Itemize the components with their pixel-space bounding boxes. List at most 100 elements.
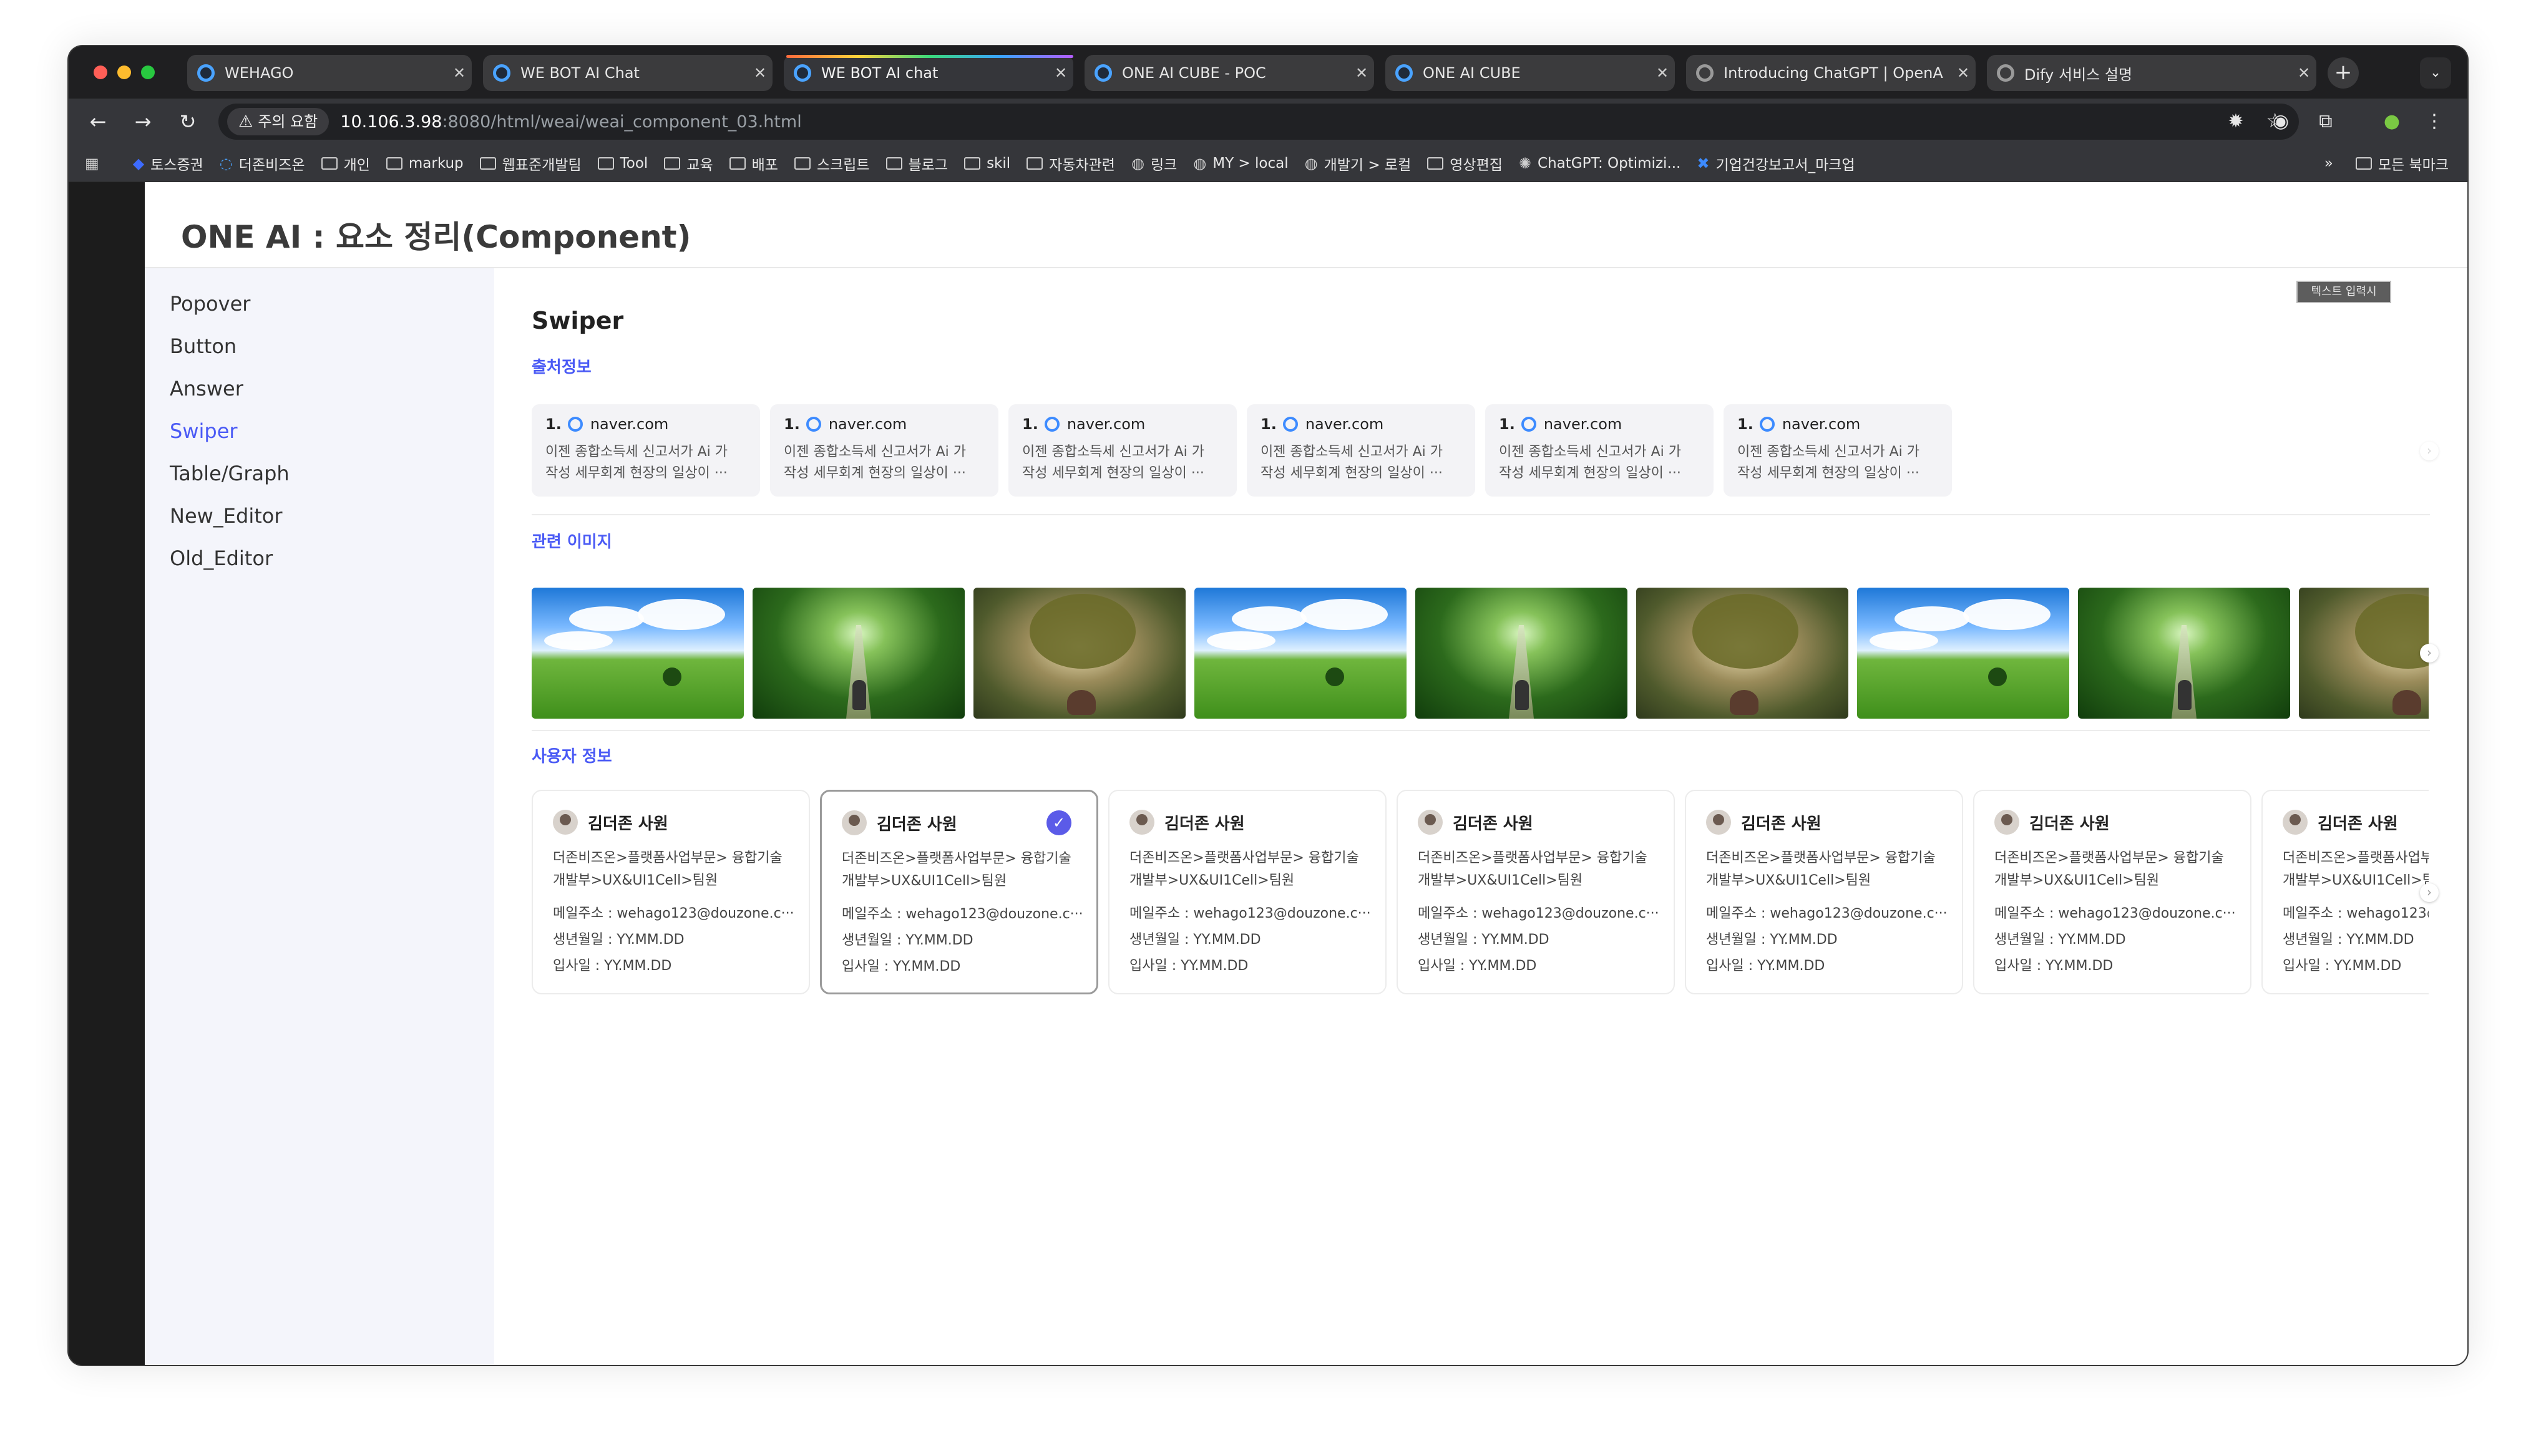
bookmark-folder[interactable]: Tool	[597, 155, 648, 172]
sidebar-item-new-editor[interactable]: New_Editor	[170, 504, 283, 528]
security-warning-chip[interactable]: ⚠ 주의 요함	[227, 108, 329, 135]
back-arrow-icon[interactable]: ←	[80, 104, 116, 140]
source-number: 1.	[1499, 415, 1515, 433]
related-image-forest[interactable]	[753, 588, 965, 719]
source-card[interactable]: 1. naver.com 이젠 종합소득세 신고서가 Ai 가 작성 세무회계 현장…	[770, 404, 998, 497]
bookmark-item[interactable]: ◍ MY > local	[1193, 155, 1288, 172]
source-card[interactable]: 1. naver.com 이젠 종합소득세 신고서가 Ai 가 작성 세무회계 현장…	[1247, 404, 1475, 497]
sidebar-item-popover[interactable]: Popover	[170, 292, 250, 316]
related-image-autumn[interactable]	[973, 588, 1186, 719]
tab-one-ai-cube[interactable]: ONE AI CUBE ✕	[1385, 55, 1675, 91]
sidebar-item-old-editor[interactable]: Old_Editor	[170, 546, 273, 570]
forward-arrow-icon[interactable]: →	[125, 104, 161, 140]
all-bookmarks-folder[interactable]: 모든 북마크	[2355, 153, 2449, 174]
tab-we-bot-ai-chat[interactable]: WE BOT AI Chat ✕	[483, 55, 773, 91]
text-input-button[interactable]: 텍스트 입력시	[2296, 281, 2391, 303]
tab-search-button[interactable]: ⌄	[2420, 57, 2451, 89]
user-card[interactable]: 김더존 사원 더존비즈온>플랫폼사업부문> 융합기술개발부>UX&UI1Cell…	[1108, 790, 1387, 994]
bookmark-folder[interactable]: 영상편집	[1427, 153, 1503, 174]
source-card[interactable]: 1. naver.com 이젠 종합소득세 신고서가 Ai 가 작성 세무회계 현장…	[1724, 404, 1952, 497]
url-text[interactable]: 10.106.3.98:8080/html/weai/weai_componen…	[340, 112, 801, 132]
related-image-forest[interactable]	[2078, 588, 2290, 719]
bookmark-folder[interactable]: markup	[386, 155, 464, 172]
bookmark-folder[interactable]: 배포	[729, 153, 778, 174]
more-bookmarks-chevron-icon[interactable]: »	[2324, 155, 2333, 172]
site-favicon-icon	[794, 64, 811, 82]
tab-introducing-chatgpt[interactable]: Introducing ChatGPT | OpenA ✕	[1686, 55, 1976, 91]
related-image-forest[interactable]	[1415, 588, 1627, 719]
user-info-label: 사용자 정보	[532, 747, 612, 766]
bookmark-folder[interactable]: skil	[964, 155, 1010, 172]
close-icon[interactable]: ✕	[1048, 64, 1073, 82]
source-card[interactable]: 1. naver.com 이젠 종합소득세 신고서가 Ai 가 작성 세무회계 현장…	[1485, 404, 1714, 497]
source-card[interactable]: 1. naver.com 이젠 종합소득세 신고서가 Ai 가 작성 세무회계 현장…	[1008, 404, 1237, 497]
address-bar[interactable]: ⚠ 주의 요함 10.106.3.98:8080/html/weai/weai_…	[218, 104, 2299, 140]
bookmark-label: 배포	[751, 157, 778, 173]
minimize-window-button[interactable]	[117, 66, 131, 79]
related-image-sky[interactable]	[1857, 588, 2069, 719]
bookmark-folder[interactable]: 개인	[321, 153, 370, 174]
apps-grid-icon[interactable]: ▦	[85, 155, 105, 172]
user-email: 메일주소 : wehago123@douzone.c···	[553, 906, 794, 921]
sidebar-item-answer[interactable]: Answer	[170, 377, 243, 400]
bookmark-folder[interactable]: 블로그	[885, 153, 948, 174]
extensions-puzzle-icon[interactable]: ⧉	[2311, 107, 2340, 136]
bookmark-item[interactable]: ✺ ChatGPT: Optimizi...	[1519, 155, 1680, 172]
image-swiper[interactable]	[532, 588, 2429, 719]
close-icon[interactable]: ✕	[1650, 64, 1675, 82]
folder-icon	[597, 157, 614, 170]
sidebar-item-button[interactable]: Button	[170, 334, 237, 358]
user-card[interactable]: 김더존 사원 더존비즈온>플랫폼사업부문> 융합기술개발부>UX&UI1Cell…	[1397, 790, 1675, 994]
avatar	[553, 810, 578, 835]
bookmark-item[interactable]: ◍ 개발기 > 로컬	[1305, 153, 1412, 174]
close-icon[interactable]: ✕	[1349, 64, 1374, 82]
source-card[interactable]: 1. naver.com 이젠 종합소득세 신고서가 Ai 가 작성 세무회계 현장…	[532, 404, 760, 497]
source-next-arrow-icon[interactable]: ›	[2420, 442, 2439, 460]
image-next-arrow-icon[interactable]: ›	[2420, 644, 2439, 662]
folder-icon	[964, 157, 981, 170]
user-card[interactable]: 김더존 사원 더존비즈온>플랫폼사업부문> 융합기술개발부>UX&UI1Cell…	[1685, 790, 1963, 994]
user-card[interactable]: 김더존 사원 더존비즈온>플랫폼사업부문> 융합기술개발부>UX&UI1Cell…	[532, 790, 810, 994]
browser-menu-icon[interactable]: ⋮	[2420, 107, 2449, 136]
extension-avatar-icon[interactable]: ◉	[2266, 107, 2295, 136]
related-image-autumn[interactable]	[2299, 588, 2429, 719]
openai-icon: ✺	[1518, 154, 1532, 172]
tab-dify[interactable]: Dify 서비스 설명 ✕	[1987, 55, 2316, 91]
reload-icon[interactable]: ↻	[170, 104, 206, 140]
close-icon[interactable]: ✕	[447, 64, 472, 82]
bookmark-folder[interactable]: 교육	[664, 153, 713, 174]
user-card[interactable]: 김더존 사원 더존비즈온>플랫폼사업부문> 융합기술개발부>UX&UI1Cell…	[1973, 790, 2251, 994]
maximize-window-button[interactable]	[141, 66, 155, 79]
close-icon[interactable]: ✕	[748, 64, 773, 82]
bookmark-folder[interactable]: 스크립트	[794, 153, 870, 174]
close-window-button[interactable]	[94, 66, 107, 79]
source-swiper[interactable]: 1. naver.com 이젠 종합소득세 신고서가 Ai 가 작성 세무회계 현장…	[532, 404, 1962, 497]
user-card[interactable]: 김더존 사원 더존비즈온>플랫폼사업부문> 융합기술개발부>UX&UI1Cell…	[2261, 790, 2429, 994]
tab-title: Introducing ChatGPT | OpenA	[1724, 64, 1943, 82]
bookmark-item[interactable]: ◍ 링크	[1131, 153, 1177, 174]
tab-one-ai-cube-poc[interactable]: ONE AI CUBE - POC ✕	[1085, 55, 1374, 91]
bookmark-folder[interactable]: 웹표준개발팀	[479, 153, 582, 174]
user-next-arrow-icon[interactable]: ›	[2420, 883, 2439, 902]
related-image-sky[interactable]	[1194, 588, 1407, 719]
user-card-selected[interactable]: 김더존 사원 ✓ 더존비즈온>플랫폼사업부문> 융합기술 개발부>UX&UI1Ce…	[820, 790, 1098, 994]
user-swiper[interactable]: 김더존 사원 더존비즈온>플랫폼사업부문> 융합기술 개발부>UX&UI1Cell…	[532, 787, 2429, 999]
site-favicon-icon	[1521, 417, 1536, 432]
extension-gear-icon[interactable]: ✹	[2221, 107, 2250, 136]
sidebar-item-table-graph[interactable]: Table/Graph	[170, 462, 290, 485]
profile-avatar-icon[interactable]: ●	[2378, 107, 2406, 136]
tab-group-indicator	[786, 55, 1073, 58]
new-tab-button[interactable]: +	[2328, 57, 2359, 89]
sidebar-item-swiper[interactable]: Swiper	[170, 419, 238, 443]
user-dept-line1: 더존비즈온>플랫폼사업부문> 융합기술	[1418, 850, 1647, 866]
related-image-autumn[interactable]	[1636, 588, 1848, 719]
close-icon[interactable]: ✕	[1951, 64, 1976, 82]
tab-we-bot-ai-chat-active[interactable]: WE BOT AI chat ✕	[784, 55, 1073, 91]
bookmark-folder[interactable]: 자동차관련	[1027, 153, 1115, 174]
related-image-sky[interactable]	[532, 588, 744, 719]
bookmark-item[interactable]: ◆ 토스증권	[133, 153, 203, 174]
close-icon[interactable]: ✕	[2291, 64, 2316, 82]
bookmark-item[interactable]: ✖ 기업건강보고서_마크업	[1697, 153, 1855, 174]
bookmark-item[interactable]: ◌ 더존비즈온	[220, 153, 305, 174]
tab-wehago[interactable]: WEHAGO ✕	[187, 55, 472, 91]
